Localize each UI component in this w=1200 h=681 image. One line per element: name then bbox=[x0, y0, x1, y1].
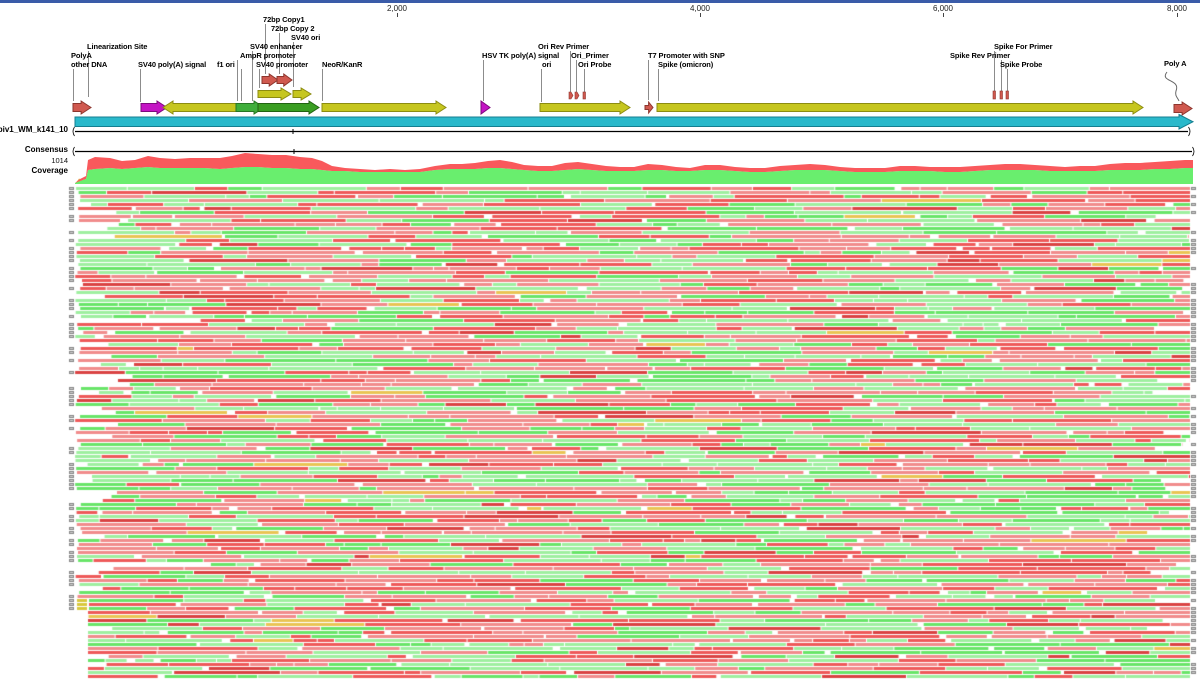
reference-sequence-line-start-paren bbox=[73, 127, 75, 136]
feature-arrow-neor-kanr[interactable] bbox=[322, 101, 446, 114]
poly-a-connector-curve bbox=[1165, 72, 1179, 101]
primer-mark-ori-probe-mark[interactable] bbox=[583, 92, 586, 99]
primer-mark-spike-for-primer-mark[interactable] bbox=[1000, 91, 1003, 99]
primer-mark-spike-probe-mark[interactable] bbox=[1006, 91, 1009, 99]
feature-arrow-hsv-tk-polya[interactable] bbox=[481, 101, 490, 114]
annotation-and-coverage-layer bbox=[0, 0, 1200, 200]
feature-arrow-other-dna[interactable] bbox=[73, 101, 91, 114]
feature-arrow-72bp-copy2[interactable] bbox=[277, 74, 292, 86]
reference-sequence-line-end-paren bbox=[1189, 127, 1191, 136]
primer-mark-spike-rev-primer-mark[interactable] bbox=[993, 91, 996, 99]
primer-mark-ori-primer-mark[interactable] bbox=[575, 92, 579, 99]
consensus-line-start-paren bbox=[73, 147, 75, 156]
feature-arrow-spike-omicron[interactable] bbox=[657, 101, 1143, 114]
feature-arrow-t7-promoter-snp[interactable] bbox=[645, 102, 653, 113]
sequence-track-bar[interactable] bbox=[75, 115, 1193, 130]
feature-arrow-f1-ori[interactable] bbox=[163, 101, 241, 114]
feature-arrow-sv40-enhancer-b[interactable] bbox=[293, 88, 311, 100]
feature-arrow-72bp-copy1[interactable] bbox=[262, 74, 278, 86]
feature-arrow-sv40-promoter[interactable] bbox=[258, 101, 319, 114]
primer-mark-ori-rev-primer-mark[interactable] bbox=[569, 92, 573, 99]
feature-arrow-sv40-enhancer-a[interactable] bbox=[258, 88, 291, 100]
feature-arrow-ori[interactable] bbox=[540, 101, 630, 114]
consensus-line-end-paren bbox=[1193, 147, 1195, 156]
alignment-viewer-window: Pbiv1_WM_k141_10 Consensus 1014 Coverage… bbox=[0, 0, 1200, 681]
feature-arrow-poly-a[interactable] bbox=[1174, 102, 1192, 115]
